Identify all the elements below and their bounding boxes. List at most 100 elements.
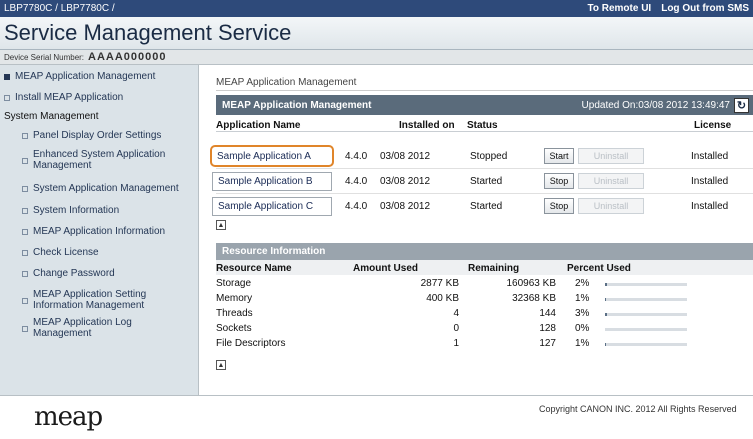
resource-percent: 1% (575, 293, 590, 304)
sidebar-section-system: System Management (4, 111, 99, 122)
app-status: Started (470, 176, 503, 187)
sidebar-item-label: MEAP Application Management (15, 71, 156, 82)
uninstall-button[interactable]: Uninstall (578, 148, 644, 164)
serial-value: AAAA000000 (88, 51, 167, 63)
app-link-b[interactable]: Sample Application B (212, 172, 332, 191)
sidebar-item-label: System Application Management (33, 183, 179, 194)
sidebar-item-label: MEAP Application Setting Information Man… (33, 289, 147, 311)
uninstall-button[interactable]: Uninstall (578, 173, 644, 189)
resource-percent: 2% (575, 278, 590, 289)
resource-remaining: 127 (539, 338, 556, 349)
app-license: Installed (691, 176, 729, 187)
app-installed-on: 03/08 2012 (380, 201, 431, 212)
col-application-name: Application Name (216, 120, 301, 131)
serial-bar: Device Serial Number: AAAA000000 (0, 50, 753, 65)
resource-name: Threads (216, 308, 253, 319)
sidebar-item-system-app[interactable]: System Application Management (0, 183, 196, 194)
bullet-icon (22, 271, 28, 277)
col-installed-on: Installed on (399, 120, 455, 131)
col-resource-name: Resource Name (216, 263, 292, 274)
logout-link[interactable]: Log Out from SMS (661, 3, 749, 14)
top-bar: LBP7780C / LBP7780C / To Remote UI Log O… (0, 0, 753, 17)
stop-button[interactable]: Stop (544, 198, 574, 214)
resource-percent-bar (605, 283, 687, 286)
resource-percent-bar (605, 343, 687, 346)
row-line (216, 168, 753, 169)
sidebar-item-label: Change Password (33, 268, 115, 279)
bullet-icon (22, 250, 28, 256)
app-link-a[interactable]: Sample Application A (210, 145, 334, 167)
sidebar-item-install[interactable]: Install MEAP Application (0, 92, 123, 103)
bullet-icon (22, 133, 28, 139)
sidebar-item-change-password[interactable]: Change Password (0, 268, 196, 279)
resource-percent-bar (605, 313, 687, 316)
col-amount-used: Amount Used (353, 263, 418, 274)
resource-used: 1 (453, 338, 459, 349)
sidebar-item-label: MEAP Application Log Management (33, 317, 132, 339)
resource-percent-fill (605, 283, 607, 286)
scroll-top-icon[interactable]: ▲ (216, 360, 226, 370)
resource-name: Memory (216, 293, 253, 304)
bullet-icon (4, 95, 10, 101)
app-license: Installed (691, 151, 729, 162)
resource-used: 400 KB (426, 293, 459, 304)
resource-name: Sockets (216, 323, 252, 334)
resource-percent: 1% (575, 338, 590, 349)
uninstall-button[interactable]: Uninstall (578, 198, 644, 214)
app-version: 4.4.0 (345, 176, 368, 187)
app-installed-on: 03/08 2012 (380, 151, 431, 162)
panel-header: MEAP Application Management Updated On:0… (216, 95, 753, 115)
sidebar-item-panel-order[interactable]: Panel Display Order Settings (0, 130, 196, 141)
sidebar-item-label: Check License (33, 247, 99, 258)
resource-percent-fill (605, 343, 606, 346)
bullet-icon (22, 298, 28, 304)
sidebar-item-system-info[interactable]: System Information (0, 205, 196, 216)
col-remaining: Remaining (468, 263, 520, 274)
resource-percent-fill (605, 298, 606, 301)
sidebar-item-meap-info[interactable]: MEAP Application Information (0, 226, 196, 237)
sidebar-item-setting-info[interactable]: MEAP Application Setting Information Man… (0, 289, 170, 311)
sidebar-item-label: Enhanced System Application Management (33, 149, 166, 171)
resource-remaining: 32368 KB (512, 293, 556, 304)
footer-divider (0, 395, 753, 396)
device-name: LBP7780C / LBP7780C / (4, 3, 115, 14)
top-links: To Remote UI Log Out from SMS (588, 3, 750, 14)
scroll-top-icon[interactable]: ▲ (216, 220, 226, 230)
sidebar-item-meap-management[interactable]: MEAP Application Management (0, 71, 155, 82)
resource-remaining: 160963 KB (506, 278, 557, 289)
app-link-c[interactable]: Sample Application C (212, 197, 332, 216)
col-percent-used: Percent Used (567, 263, 631, 274)
resource-percent-bar (605, 328, 687, 331)
resource-header: Resource Information (216, 243, 753, 260)
app-version: 4.4.0 (345, 151, 368, 162)
bullet-icon (22, 158, 28, 164)
row-line (216, 193, 753, 194)
app-status: Stopped (470, 151, 508, 162)
refresh-icon[interactable]: ↻ (734, 97, 749, 113)
breadcrumb: MEAP Application Management (216, 77, 357, 88)
resource-percent: 3% (575, 308, 590, 319)
resource-percent-fill (605, 313, 608, 316)
bullet-icon (22, 326, 28, 332)
panel-title: MEAP Application Management (222, 99, 372, 111)
resource-name: Storage (216, 278, 252, 289)
sidebar-item-label: Install MEAP Application (15, 92, 124, 103)
main-content: MEAP Application Management MEAP Applica… (207, 65, 753, 395)
resource-percent-bar (605, 298, 687, 301)
serial-label: Device Serial Number: (4, 52, 85, 62)
sidebar-item-label: Panel Display Order Settings (33, 130, 162, 141)
col-license: License (694, 120, 732, 131)
bullet-icon (4, 74, 10, 80)
remote-ui-link[interactable]: To Remote UI (588, 3, 652, 14)
sidebar-item-label: MEAP Application Information (33, 226, 166, 237)
app-installed-on: 03/08 2012 (380, 176, 431, 187)
sidebar-item-check-license[interactable]: Check License (0, 247, 196, 258)
stop-button[interactable]: Stop (544, 173, 574, 189)
divider (216, 90, 753, 91)
sidebar: MEAP Application Management Install MEAP… (0, 65, 199, 395)
sidebar-item-enhanced-system[interactable]: Enhanced System Application Management (0, 149, 196, 171)
bullet-icon (22, 229, 28, 235)
start-button[interactable]: Start (544, 148, 574, 164)
sidebar-item-log-management[interactable]: MEAP Application Log Management (0, 317, 160, 339)
app-version: 4.4.0 (345, 201, 368, 212)
